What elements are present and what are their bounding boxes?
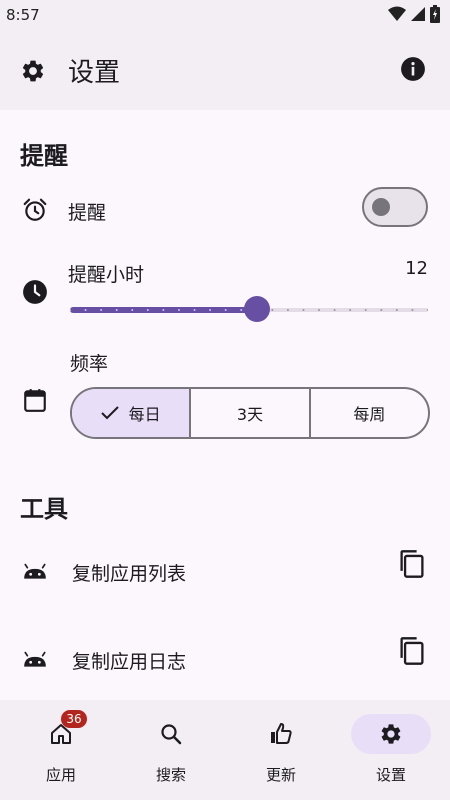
nav-indicator	[131, 714, 211, 754]
alarm-icon	[23, 198, 47, 221]
slider-tick	[209, 309, 212, 311]
frequency-selector: 每日 3天 每周	[70, 387, 430, 439]
status-bar: 8:57	[0, 0, 450, 32]
slider-tick	[224, 309, 227, 311]
frequency-label: 频率	[70, 353, 109, 375]
signal-icon	[411, 7, 425, 21]
section-header-reminders: 提醒	[20, 142, 68, 170]
nav-label: 应用	[45, 766, 76, 784]
slider-tick	[395, 309, 398, 311]
slider-tick	[100, 309, 103, 311]
frequency-option-3days[interactable]: 3天	[191, 389, 311, 437]
slider-tick	[302, 309, 305, 311]
frequency-option-label: 每日	[128, 405, 161, 424]
slider-tick	[411, 309, 414, 311]
copy-icon[interactable]	[398, 549, 426, 579]
nav-label: 搜索	[155, 766, 186, 784]
clock-icon	[23, 280, 47, 304]
check-icon	[100, 406, 119, 420]
nav-indicator-active	[351, 714, 431, 754]
android-icon	[24, 651, 46, 667]
status-time: 8:57	[6, 6, 40, 24]
wifi-icon	[388, 6, 406, 21]
slider-tick	[177, 309, 180, 311]
update-count-badge: 36	[61, 710, 87, 728]
section-header-tools: 工具	[20, 495, 68, 523]
slider-tick	[364, 309, 367, 311]
slider-tick	[70, 309, 71, 311]
slider-tick	[427, 309, 428, 311]
thumb-up-icon	[271, 723, 292, 744]
slider-tick	[193, 309, 196, 311]
frequency-option-weekly[interactable]: 每周	[311, 389, 428, 437]
reminder-hour-value: 12	[405, 258, 428, 279]
copy-icon[interactable]	[398, 636, 426, 666]
copy-app-list-label: 复制应用列表	[72, 563, 187, 585]
toggle-knob	[372, 198, 390, 216]
slider-tick	[84, 309, 87, 311]
info-icon[interactable]	[400, 56, 426, 82]
nav-item-apps[interactable]: 36 应用	[16, 710, 106, 785]
slider-tick	[146, 309, 149, 311]
settings-icon	[381, 724, 401, 744]
nav-label: 设置	[375, 766, 406, 784]
nav-label: 更新	[265, 766, 296, 784]
slider-tick	[240, 309, 243, 311]
battery-icon	[430, 5, 440, 23]
slider-tick	[131, 309, 134, 311]
reminder-label: 提醒	[68, 202, 107, 224]
nav-item-settings[interactable]: 设置	[346, 714, 436, 785]
nav-indicator: 36	[21, 710, 101, 754]
nav-indicator	[241, 714, 321, 754]
slider-thumb[interactable]	[243, 296, 270, 322]
nav-item-search[interactable]: 搜索	[126, 714, 216, 785]
slider-tick	[380, 309, 383, 311]
slider-tick	[162, 309, 165, 311]
slider-tick	[271, 309, 274, 311]
slider-tick	[286, 309, 289, 311]
frequency-option-label: 3天	[236, 405, 264, 424]
settings-icon	[22, 60, 44, 82]
slider-tick	[333, 309, 336, 311]
search-icon	[161, 724, 182, 745]
android-icon	[24, 563, 46, 579]
slider-tick	[318, 309, 321, 311]
calendar-icon	[24, 389, 46, 412]
slider-tick	[115, 309, 118, 311]
page-title: 设置	[68, 58, 121, 88]
frequency-option-label: 每周	[353, 405, 386, 424]
status-icons	[388, 5, 440, 23]
copy-app-log-label: 复制应用日志	[72, 651, 187, 673]
reminder-toggle[interactable]	[362, 187, 428, 227]
bottom-navigation: 36 应用 搜索 更新 设置	[0, 700, 450, 800]
app-bar: 设置	[0, 32, 450, 110]
frequency-option-daily[interactable]: 每日	[72, 389, 192, 437]
reminder-hour-label: 提醒小时	[68, 264, 145, 286]
slider-tick	[349, 309, 352, 311]
nav-item-updates[interactable]: 更新	[236, 714, 326, 785]
